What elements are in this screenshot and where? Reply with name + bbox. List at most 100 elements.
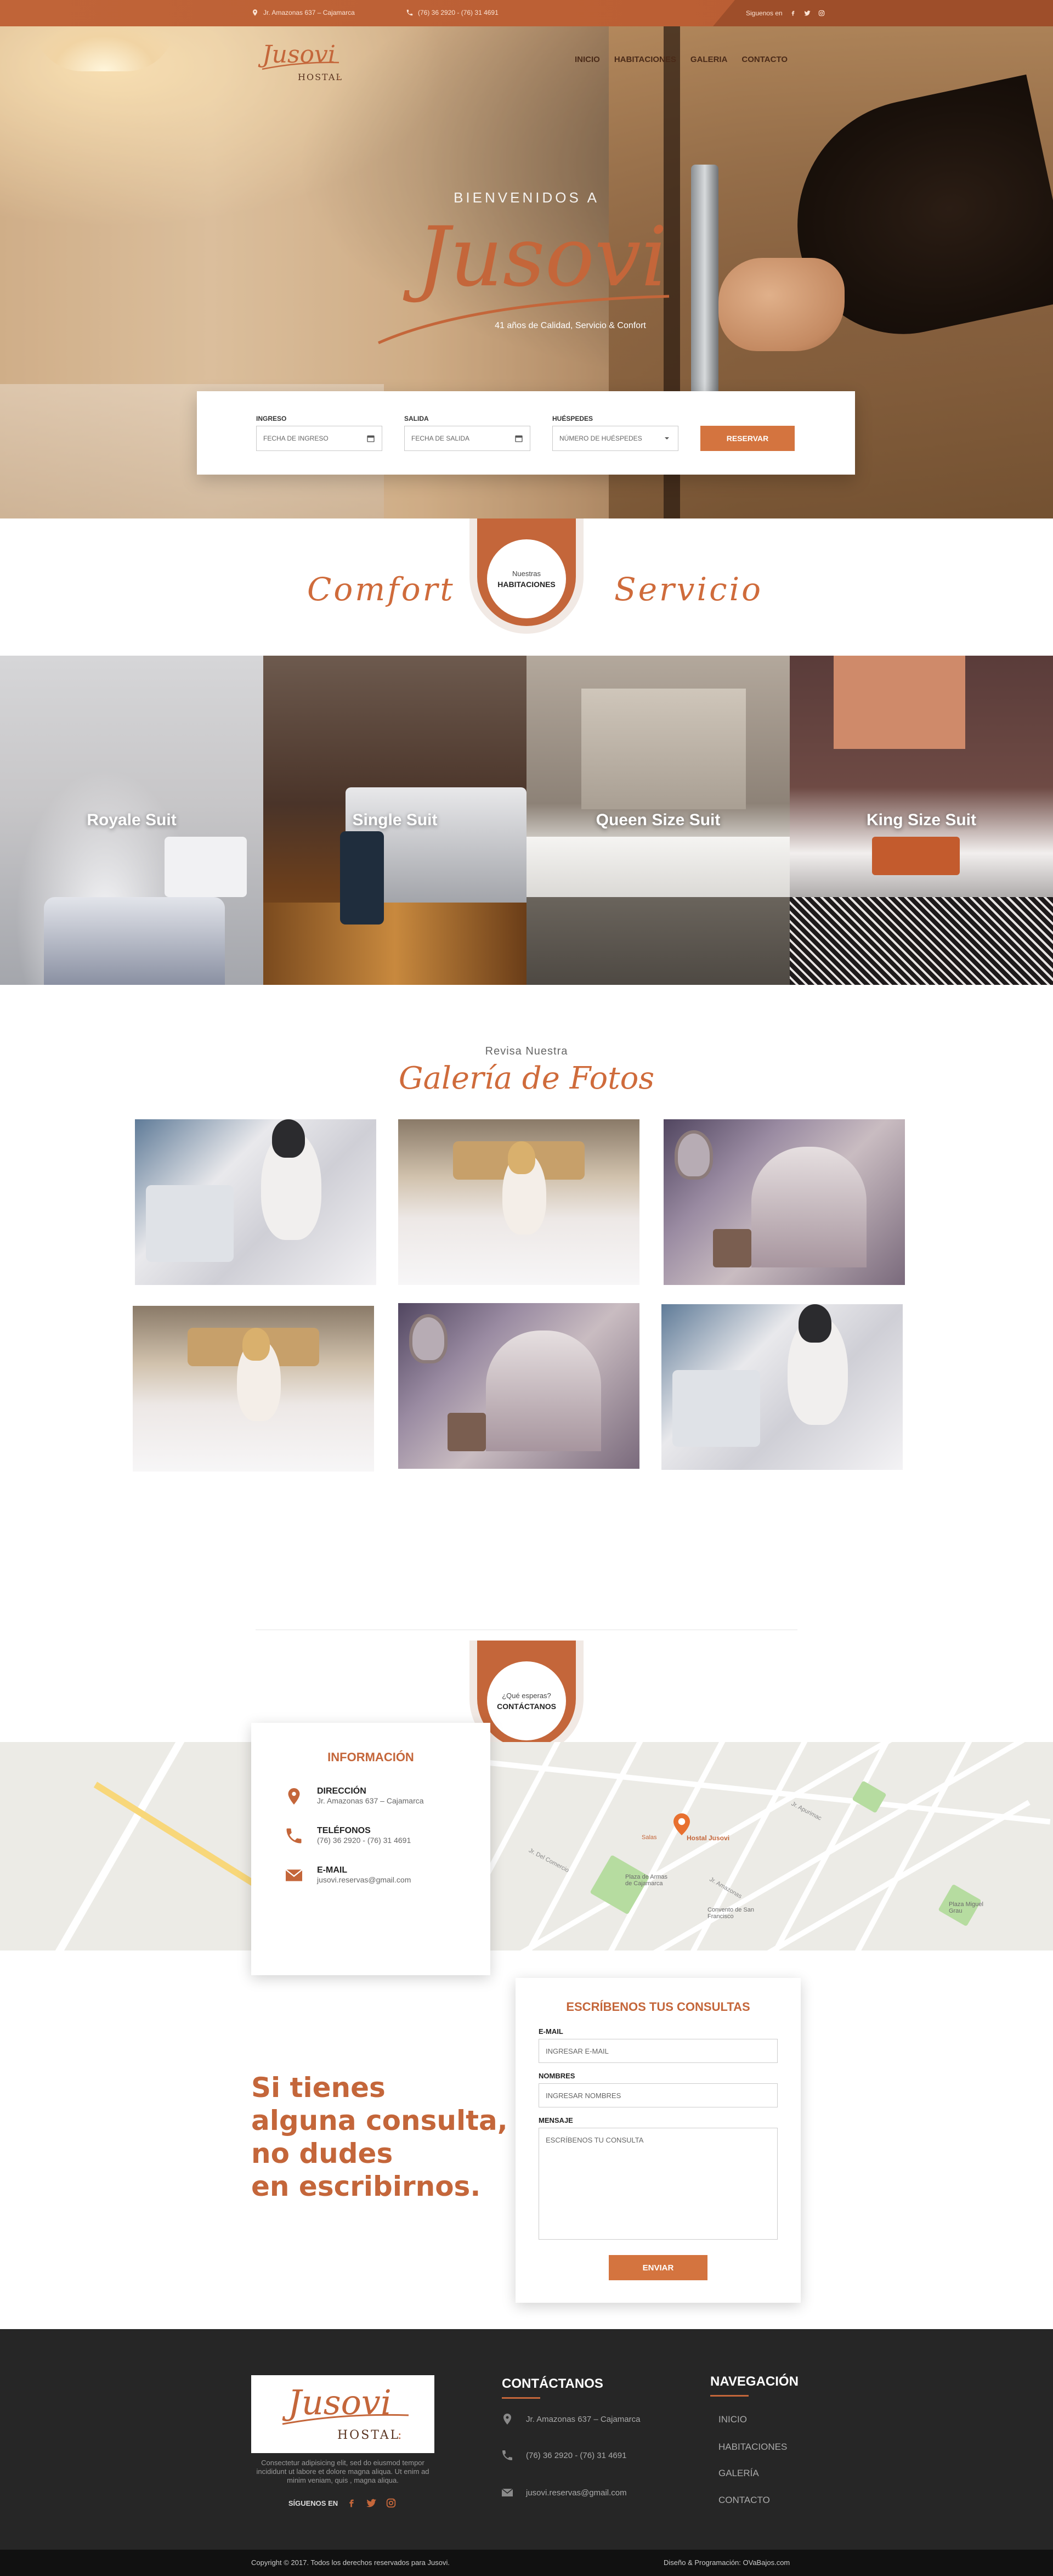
logo[interactable]: Jusovi HOSTAL : bbox=[257, 35, 344, 90]
contact-message-line: no dudes bbox=[251, 2138, 393, 2169]
footer-phones-value: (76) 36 2920 - (76) 31 4691 bbox=[526, 2450, 627, 2460]
envelope-icon bbox=[501, 2488, 513, 2496]
footer-nav-inicio[interactable]: INICIO bbox=[718, 2414, 747, 2425]
map-label-convento: Convento de San Francisco bbox=[707, 1907, 755, 1920]
gallery-photo-4[interactable] bbox=[133, 1306, 374, 1472]
contact-header: ¿Qué esperas? CONTÁCTANOS bbox=[0, 1641, 1053, 1756]
location-map[interactable]: Hostal Jusovi Plaza de Armas de Cajamarc… bbox=[0, 1742, 1053, 1951]
calendar-icon bbox=[515, 435, 523, 442]
hero-welcome: BIENVENIDOS A bbox=[454, 189, 599, 206]
guests-placeholder: NÚMERO DE HUÉSPEDES bbox=[559, 435, 642, 442]
message-textarea[interactable]: ESCRÍBENOS TU CONSULTA bbox=[539, 2128, 778, 2240]
guests-field: HUÉSPEDES NÚMERO DE HUÉSPEDES bbox=[552, 415, 678, 451]
room-card-single[interactable]: Single Suit bbox=[263, 656, 526, 985]
instagram-icon[interactable] bbox=[385, 2497, 397, 2509]
room-title: King Size Suit bbox=[866, 811, 976, 829]
facebook-icon[interactable] bbox=[789, 9, 797, 17]
rooms-badge-bottom: HABITACIONES bbox=[497, 579, 556, 589]
footer-email: jusovi.reservas@gmail.com bbox=[501, 2486, 627, 2499]
rooms-grid: Royale Suit Single Suit Queen Size Suit … bbox=[0, 656, 1053, 985]
reserve-button[interactable]: RESERVAR bbox=[700, 426, 795, 451]
guests-label: HUÉSPEDES bbox=[552, 415, 593, 422]
checkout-field: SALIDA FECHA DE SALIDA bbox=[404, 415, 530, 451]
guests-select[interactable]: NÚMERO DE HUÉSPEDES bbox=[552, 426, 678, 451]
footer-contact-title-text: CONTÁCTANOS bbox=[502, 2376, 603, 2391]
hero-tagline: 41 años de Calidad, Servicio & Confort bbox=[495, 321, 646, 330]
map-pin-icon bbox=[252, 9, 258, 16]
checkin-field: INGRESO FECHA DE INGRESO bbox=[256, 415, 382, 451]
credits[interactable]: Diseño & Programación: OVaBajos.com bbox=[664, 2558, 790, 2567]
nav-menu: INICIO HABITACIONES GALERIA CONTACTO bbox=[575, 55, 788, 64]
info-address-value: Jr. Amazonas 637 – Cajamarca bbox=[317, 1796, 424, 1805]
footer-nav-contacto[interactable]: CONTACTO bbox=[718, 2495, 770, 2506]
nav-item-habitaciones[interactable]: HABITACIONES bbox=[614, 55, 676, 64]
email-label: E-MAIL bbox=[539, 2027, 563, 2036]
footer-description: Consectetur adipisicing elit, sed do eiu… bbox=[256, 2459, 429, 2484]
instagram-icon[interactable] bbox=[818, 9, 825, 17]
message-field: MENSAJE ESCRÍBENOS TU CONSULTA bbox=[539, 2116, 778, 2240]
calendar-icon bbox=[367, 435, 375, 442]
gallery-photo-3[interactable] bbox=[664, 1119, 905, 1285]
nav-item-contacto[interactable]: CONTACTO bbox=[741, 55, 788, 64]
name-input[interactable]: INGRESAR NOMBRES bbox=[539, 2083, 778, 2107]
topbar-social: Siguenos en bbox=[713, 0, 1053, 26]
room-card-king[interactable]: King Size Suit bbox=[790, 656, 1053, 985]
footer-address-value: Jr. Amazonas 637 – Cajamarca bbox=[526, 2414, 641, 2424]
footer-nav-galeria[interactable]: GALERÍA bbox=[718, 2468, 759, 2479]
nav-item-galeria[interactable]: GALERIA bbox=[690, 55, 728, 64]
map-marker-icon[interactable] bbox=[673, 1813, 690, 1835]
svg-text::: : bbox=[338, 72, 341, 82]
footer-email-value[interactable]: jusovi.reservas@gmail.com bbox=[526, 2488, 627, 2498]
info-phone-label: TELÉFONOS bbox=[317, 1826, 371, 1835]
map-label-hostal: Hostal Jusovi bbox=[687, 1834, 730, 1842]
info-address: DIRECCIÓN Jr. Amazonas 637 – Cajamarca bbox=[284, 1786, 457, 1806]
phone-icon bbox=[406, 9, 413, 16]
topbar-address: Jr. Amazonas 637 – Cajamarca bbox=[251, 9, 355, 16]
rooms-badge-circle: Nuestras HABITACIONES bbox=[487, 539, 566, 618]
footer-logo[interactable]: Jusovi HOSTAL : bbox=[251, 2375, 434, 2453]
hero-section: Jusovi HOSTAL : INICIO HABITACIONES GALE… bbox=[0, 0, 1053, 518]
contact-badge-circle: ¿Qué esperas? CONTÁCTANOS bbox=[487, 1661, 566, 1740]
hero-welcome-wrap: BIENVENIDOS A bbox=[0, 189, 1053, 206]
checkin-input[interactable]: FECHA DE INGRESO bbox=[256, 426, 382, 451]
map-label-salas: Salas bbox=[642, 1834, 657, 1841]
map-label-plaza: Plaza de Armas de Cajamarca bbox=[625, 1874, 668, 1887]
comfort-heading: Comfort bbox=[307, 571, 455, 608]
hero-brand-text: Jusovi bbox=[403, 214, 667, 305]
room-title: Single Suit bbox=[352, 811, 438, 829]
email-field: E-MAIL INGRESAR E-MAIL bbox=[539, 2027, 778, 2063]
gallery-title: Galería de Fotos bbox=[398, 1061, 655, 1096]
gallery-photo-1[interactable] bbox=[135, 1119, 376, 1285]
gallery-photo-2[interactable] bbox=[398, 1119, 639, 1285]
room-card-royale[interactable]: Royale Suit bbox=[0, 656, 263, 985]
contact-badge-top: ¿Qué esperas? bbox=[502, 1691, 551, 1700]
info-email-value[interactable]: jusovi.reservas@gmail.com bbox=[317, 1875, 411, 1884]
footer-social: SÍGUENOS EN bbox=[251, 2497, 434, 2509]
info-card: INFORMACIÓN DIRECCIÓN Jr. Amazonas 637 – … bbox=[251, 1723, 490, 1975]
gallery-section: Revisa Nuestra Galería de Fotos bbox=[0, 985, 1053, 1649]
facebook-icon[interactable] bbox=[346, 2497, 358, 2509]
footer-phones: (76) 36 2920 - (76) 31 4691 bbox=[501, 2449, 626, 2462]
map-pin-icon bbox=[503, 2414, 511, 2425]
footer-nav-title: NAVEGACIÓN bbox=[710, 2374, 799, 2397]
checkout-input[interactable]: FECHA DE SALIDA bbox=[404, 426, 530, 451]
room-card-queen[interactable]: Queen Size Suit bbox=[526, 656, 790, 985]
gallery-photo-6[interactable] bbox=[661, 1304, 903, 1470]
email-input[interactable]: INGRESAR E-MAIL bbox=[539, 2039, 778, 2063]
footer: Jusovi HOSTAL : Consectetur adipisicing … bbox=[0, 2329, 1053, 2550]
footer-nav-title-text: NAVEGACIÓN bbox=[710, 2374, 799, 2389]
checkout-label: SALIDA bbox=[404, 415, 429, 422]
info-address-label: DIRECCIÓN bbox=[317, 1786, 366, 1796]
rooms-badge-top: Nuestras bbox=[512, 569, 541, 578]
envelope-icon bbox=[285, 1869, 303, 1881]
phone-icon bbox=[286, 1828, 302, 1844]
send-button[interactable]: ENVIAR bbox=[609, 2255, 707, 2280]
footer-contact-title: CONTÁCTANOS bbox=[502, 2376, 603, 2399]
contact-section: Si tienes alguna consulta, no dudes en e… bbox=[0, 1951, 1053, 2329]
gallery-photo-5[interactable] bbox=[398, 1303, 639, 1469]
footer-nav-habitaciones[interactable]: HABITACIONES bbox=[718, 2442, 787, 2453]
copyright: Copyright © 2017. Todos los derechos res… bbox=[251, 2558, 450, 2567]
nav-item-inicio[interactable]: INICIO bbox=[575, 55, 600, 64]
twitter-icon[interactable] bbox=[803, 9, 811, 17]
twitter-icon[interactable] bbox=[365, 2497, 377, 2509]
